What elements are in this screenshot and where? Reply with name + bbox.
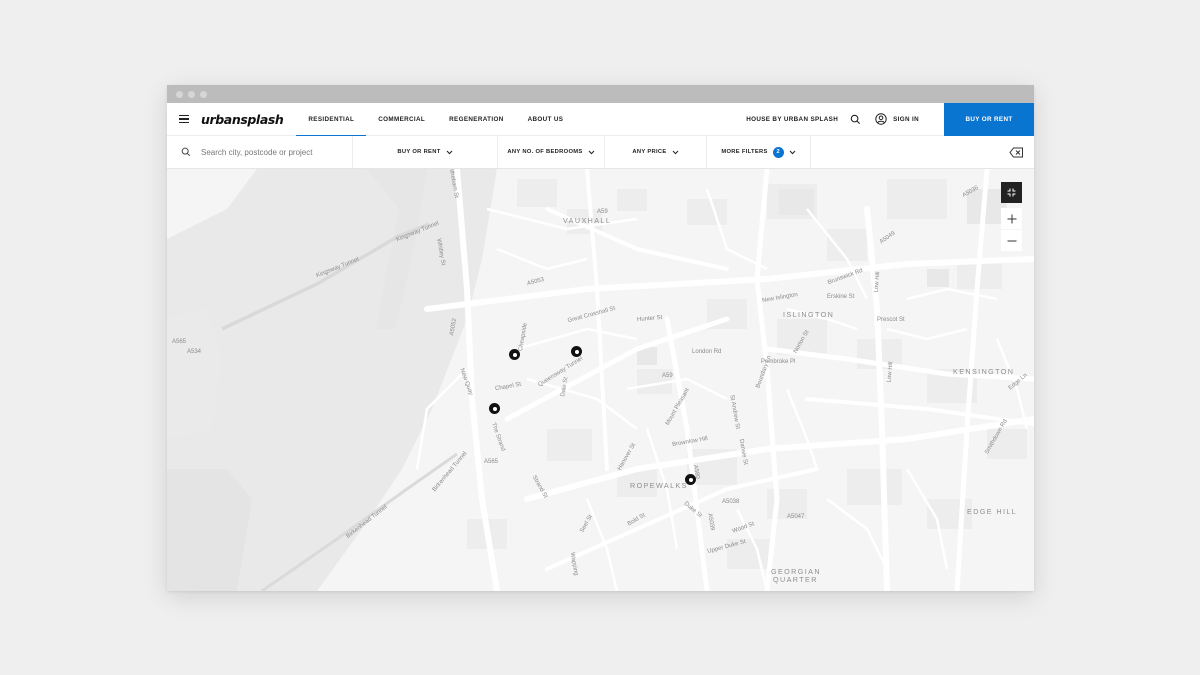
district-label: VAUXHALL [563, 216, 612, 225]
top-navigation: urbansplash RESIDENTIAL COMMERCIAL REGEN… [167, 102, 1034, 137]
nav-link-commercial[interactable]: COMMERCIAL [366, 103, 437, 136]
road-number-label: A5038 [722, 499, 740, 505]
fullscreen-exit-button[interactable] [1001, 182, 1022, 203]
bedrooms-filter[interactable]: ANY NO. OF BEDROOMS [498, 136, 605, 168]
logo[interactable]: urbansplash [201, 112, 284, 127]
zoom-in-button[interactable] [1001, 208, 1022, 229]
property-pin[interactable] [509, 349, 520, 360]
property-pin[interactable] [489, 403, 500, 414]
road-number-label: A59 [597, 209, 608, 215]
road-number-label: A59 [662, 373, 673, 379]
more-filters-count-badge: 2 [772, 146, 784, 158]
chevron-down-icon [588, 150, 594, 154]
road-number-label: A5047 [787, 514, 805, 520]
minus-icon [1007, 240, 1016, 241]
map-base-layer [167, 169, 1034, 591]
property-pin[interactable] [685, 474, 696, 485]
street-label: Erskine St [827, 294, 855, 300]
clear-filters-icon[interactable] [1009, 136, 1024, 168]
menu-icon[interactable] [179, 115, 189, 123]
nav-link-regeneration[interactable]: REGENERATION [437, 103, 515, 136]
nav-link-residential[interactable]: RESIDENTIAL [296, 103, 367, 137]
buy-or-rent-filter-label: BUY OR RENT [397, 149, 441, 155]
property-pin[interactable] [571, 346, 582, 357]
road-number-label: A565 [172, 339, 187, 345]
sign-in-button[interactable]: SIGN IN [875, 113, 919, 125]
search-input[interactable] [201, 147, 341, 157]
browser-window: urbansplash RESIDENTIAL COMMERCIAL REGEN… [167, 85, 1034, 591]
price-filter-label: ANY PRICE [632, 149, 667, 155]
chevron-down-icon [789, 150, 796, 154]
window-minimize-dot[interactable] [188, 90, 195, 98]
window-close-dot[interactable] [176, 90, 183, 98]
more-filters-label: MORE FILTERS [721, 149, 768, 155]
buy-or-rent-filter[interactable]: BUY OR RENT [353, 136, 498, 168]
chevron-down-icon [672, 150, 678, 154]
price-filter[interactable]: ANY PRICE [605, 136, 707, 168]
search-icon[interactable] [850, 114, 861, 125]
window-maximize-dot[interactable] [200, 90, 207, 98]
district-label: ISLINGTON [783, 310, 835, 319]
plus-icon [1007, 214, 1016, 223]
district-label: ROPEWALKS [630, 481, 688, 490]
search-icon [181, 147, 191, 157]
window-titlebar [167, 85, 1034, 103]
user-icon [875, 113, 887, 125]
district-label: KENSINGTON [953, 367, 1015, 376]
district-label: EDGE HILL [967, 507, 1018, 516]
chevron-down-icon [446, 150, 452, 154]
filter-bar: BUY OR RENT ANY NO. OF BEDROOMS ANY PRIC… [167, 136, 1034, 169]
bedrooms-filter-label: ANY NO. OF BEDROOMS [507, 149, 583, 155]
fullscreen-exit-icon [1007, 188, 1016, 197]
street-label: Prescot St [877, 317, 905, 323]
house-by-urban-splash-link[interactable]: HOUSE BY URBAN SPLASH [746, 116, 838, 123]
nav-right: HOUSE BY URBAN SPLASH SIGN IN BUY OR REN… [746, 102, 1034, 136]
search-box [167, 136, 353, 168]
nav-link-about-us[interactable]: ABOUT US [516, 103, 576, 136]
district-label: QUARTER [773, 575, 818, 584]
sign-in-label: SIGN IN [893, 115, 919, 123]
nav-links: RESIDENTIAL COMMERCIAL REGENERATION ABOU… [296, 103, 576, 137]
property-map[interactable]: VAUXHALL ISLINGTON KENSINGTON ROPEWALKS … [167, 169, 1034, 591]
street-label: London Rd [692, 349, 722, 355]
more-filters-button[interactable]: MORE FILTERS 2 [707, 136, 811, 168]
zoom-out-button[interactable] [1001, 230, 1022, 251]
road-number-label: A534 [187, 349, 202, 355]
buy-or-rent-cta-button[interactable]: BUY OR RENT [944, 102, 1034, 136]
road-number-label: A565 [484, 459, 499, 465]
